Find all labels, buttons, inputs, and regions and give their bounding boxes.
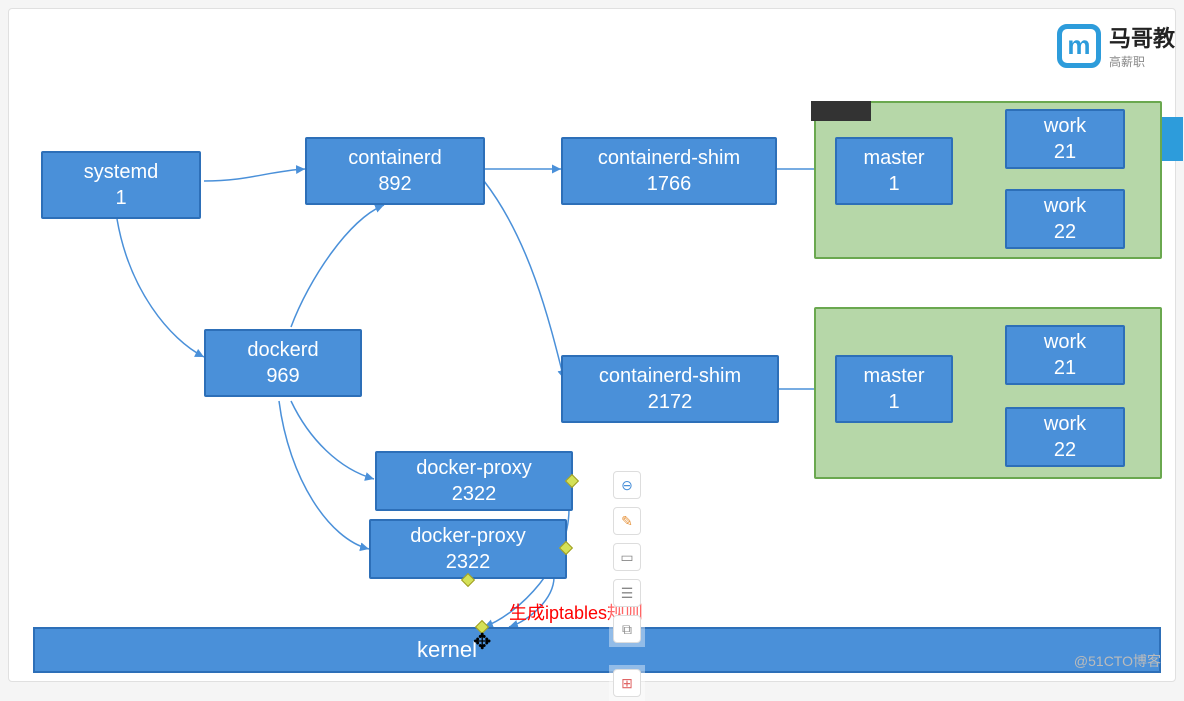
node-pid: 969 <box>266 363 299 389</box>
node-label: dockerd <box>247 337 318 363</box>
shape-toolbar: ⊖ ✎ ▭ ☰ ⧉ <box>609 467 645 647</box>
node-pid: 1 <box>888 389 899 415</box>
node-pid: 21 <box>1054 355 1076 381</box>
node-kernel[interactable]: kernel <box>33 627 1161 673</box>
node-pid: 2322 <box>452 481 497 507</box>
node-label: docker-proxy <box>416 455 532 481</box>
node-pid: 2172 <box>648 389 693 415</box>
node-label: work <box>1044 113 1086 139</box>
node-shim2[interactable]: containerd-shim 2172 <box>561 355 779 423</box>
node-containerd[interactable]: containerd 892 <box>305 137 485 205</box>
node-pid: 1766 <box>647 171 692 197</box>
rect-icon[interactable]: ▭ <box>613 543 641 571</box>
node-work2a[interactable]: work 21 <box>1005 325 1125 385</box>
node-proxy2[interactable]: docker-proxy 2322 <box>369 519 567 579</box>
node-label: docker-proxy <box>410 523 526 549</box>
layers-icon[interactable]: ☰ <box>613 579 641 607</box>
node-work1b[interactable]: work 22 <box>1005 189 1125 249</box>
diagram-canvas[interactable]: m 马哥教 高薪职 systemd 1 containerd 892 conta… <box>8 8 1176 682</box>
node-pid: 1 <box>888 171 899 197</box>
node-label: systemd <box>84 159 158 185</box>
node-pid: 22 <box>1054 219 1076 245</box>
edit-icon[interactable]: ✎ <box>613 507 641 535</box>
align-icon[interactable]: ⧉ <box>613 615 641 643</box>
node-pid: 22 <box>1054 437 1076 463</box>
node-master2[interactable]: master 1 <box>835 355 953 423</box>
watermark: @51CTO博客 <box>1074 651 1161 671</box>
node-systemd[interactable]: systemd 1 <box>41 151 201 219</box>
container-tab <box>811 101 871 121</box>
node-work1a[interactable]: work 21 <box>1005 109 1125 169</box>
node-label: containerd-shim <box>599 363 741 389</box>
logo-icon: m <box>1057 24 1101 68</box>
node-proxy1[interactable]: docker-proxy 2322 <box>375 451 573 511</box>
node-label: work <box>1044 411 1086 437</box>
node-shim1[interactable]: containerd-shim 1766 <box>561 137 777 205</box>
node-pid: 21 <box>1054 139 1076 165</box>
remove-icon[interactable]: ⊖ <box>613 471 641 499</box>
shape-toolbar-bottom: ⊞ <box>609 665 645 701</box>
node-dockerd[interactable]: dockerd 969 <box>204 329 362 397</box>
apps-icon[interactable]: ⊞ <box>613 669 641 697</box>
node-label: containerd <box>348 145 441 171</box>
node-master1[interactable]: master 1 <box>835 137 953 205</box>
node-pid: 2322 <box>446 549 491 575</box>
node-label: master <box>863 145 924 171</box>
node-pid: 1 <box>115 185 126 211</box>
brand-logo: m 马哥教 高薪职 <box>1057 21 1175 70</box>
node-work2b[interactable]: work 22 <box>1005 407 1125 467</box>
node-label: master <box>863 363 924 389</box>
node-label: work <box>1044 329 1086 355</box>
logo-subtitle: 高薪职 <box>1109 53 1175 70</box>
node-pid: 892 <box>378 171 411 197</box>
node-label: containerd-shim <box>598 145 740 171</box>
node-label: work <box>1044 193 1086 219</box>
kernel-label: kernel <box>417 637 477 663</box>
logo-title: 马哥教 <box>1109 21 1175 53</box>
